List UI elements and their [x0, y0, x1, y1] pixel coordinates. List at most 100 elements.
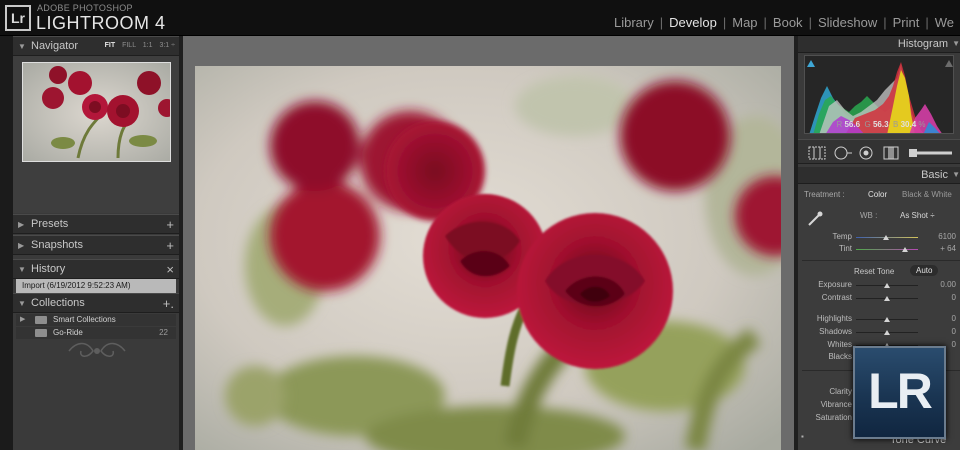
crop-overlay-icon[interactable] [808, 146, 826, 165]
contrast-value[interactable]: 0 [930, 293, 956, 302]
module-separator: | [808, 15, 812, 30]
navigator-title: Navigator [31, 40, 79, 52]
shadows-slider-knob[interactable] [884, 330, 890, 335]
snapshots-header[interactable]: ▶ Snapshots + [13, 235, 179, 255]
basic-title: Basic [921, 169, 948, 181]
navigator-zoom-modes: FIT FILL 1:1 3:1 ÷ [100, 42, 175, 49]
add-snapshot-icon[interactable]: + [166, 238, 174, 253]
module-web[interactable]: We [935, 15, 954, 30]
histogram-title: Histogram [897, 38, 948, 50]
treatment-bw-option[interactable]: Black & White [902, 190, 952, 199]
r-label: R [836, 120, 843, 129]
vibrance-label: Vibrance [820, 400, 852, 409]
spot-glyph [834, 146, 852, 160]
contrast-label: Contrast [821, 293, 852, 302]
basic-header[interactable]: Basic ▼ [798, 167, 960, 184]
navigator-thumbnail[interactable] [22, 62, 171, 162]
wb-select[interactable]: As Shot ÷ [900, 211, 935, 220]
tint-slider-track[interactable] [856, 249, 918, 250]
main-photo[interactable] [195, 66, 781, 450]
clarity-label: Clarity [829, 387, 852, 396]
rgb-readout: R 56.6 G 56.3 B 30.4 % [798, 120, 960, 129]
graduated-filter-icon[interactable] [882, 146, 900, 165]
navigator-header[interactable]: ▼ Navigator FIT FILL 1:1 3:1 ÷ [13, 36, 179, 56]
red-eye-icon[interactable] [858, 146, 874, 165]
history-title: History [31, 263, 66, 275]
zoom-fill[interactable]: FILL [122, 42, 136, 49]
left-panel-edge[interactable] [0, 36, 13, 450]
blacks-label: Blacks [828, 352, 852, 361]
loupe-view [183, 36, 794, 450]
tint-value[interactable]: + 64 [930, 244, 956, 253]
zoom-fit[interactable]: FIT [105, 42, 116, 49]
snapshots-title: Snapshots [31, 239, 83, 251]
highlights-label: Highlights [816, 314, 852, 323]
adjustment-brush-icon[interactable] [908, 146, 952, 165]
r-value: 56.6 [844, 120, 861, 129]
shadows-value[interactable]: 0 [930, 327, 956, 336]
histogram-header[interactable]: Histogram ▼ [798, 36, 960, 53]
module-library[interactable]: Library [614, 15, 654, 30]
temp-value[interactable]: 6100 [930, 232, 956, 241]
crop-grid-glyph [808, 146, 826, 160]
g-label: G [864, 120, 871, 129]
history-step[interactable]: Import (6/19/2012 9:52:23 AM) [16, 279, 176, 293]
rose-thumbnail-image [23, 63, 170, 161]
white-balance-eyedropper-icon[interactable] [806, 210, 824, 233]
saturation-label: Saturation [815, 413, 852, 422]
module-slideshow[interactable]: Slideshow [818, 15, 877, 30]
highlights-value[interactable]: 0 [930, 314, 956, 323]
auto-tone-button[interactable]: Auto [910, 265, 939, 276]
treatment-label: Treatment : [804, 190, 845, 199]
panel-scroll-icon[interactable]: ▪ [801, 432, 804, 441]
collapse-triangle-icon: ▼ [18, 42, 26, 51]
gradient-glyph [883, 146, 899, 160]
collapse-triangle-icon: ▼ [18, 265, 26, 274]
lr-badge-text: LR [868, 363, 933, 419]
tool-strip [798, 139, 960, 164]
expand-arrow-icon[interactable]: ▶ [20, 315, 25, 323]
add-preset-icon[interactable]: + [166, 217, 174, 232]
collection-row[interactable]: ▶ Smart Collections [16, 314, 176, 326]
temp-slider-knob[interactable] [883, 235, 889, 240]
treatment-color-option[interactable]: Color [868, 190, 887, 199]
history-header[interactable]: ▼ History × [13, 259, 179, 279]
module-picker: Library | Develop | Map | Book | Slideshow | Print… [614, 15, 954, 31]
presets-header[interactable]: ▶ Presets + [13, 214, 179, 234]
module-develop[interactable]: Develop [669, 15, 717, 30]
ornament-flourish-icon [68, 342, 126, 357]
module-map[interactable]: Map [732, 15, 757, 30]
b-value: 30.4 [900, 120, 917, 129]
module-separator: | [925, 15, 929, 30]
temp-label: Temp [832, 232, 852, 241]
collapse-triangle-icon: ▼ [952, 170, 960, 179]
collection-folder-icon [35, 329, 47, 337]
collections-header[interactable]: ▼ Collections +. [13, 293, 179, 313]
tint-slider-knob[interactable] [902, 247, 908, 252]
spot-removal-icon[interactable] [832, 146, 852, 165]
contrast-slider-knob[interactable] [884, 296, 890, 301]
collapse-triangle-icon: ▼ [18, 299, 26, 308]
brush-glyph [909, 149, 952, 157]
lightroom-logo: Lr [5, 5, 31, 31]
expand-triangle-icon: ▶ [18, 241, 25, 250]
clear-history-icon[interactable]: × [166, 262, 174, 277]
collection-row[interactable]: Go-Ride 22 [16, 327, 176, 339]
module-book[interactable]: Book [773, 15, 803, 30]
eyedropper-glyph [808, 211, 823, 226]
module-print[interactable]: Print [893, 15, 920, 30]
exposure-value[interactable]: 0.00 [930, 280, 956, 289]
g-value: 56.3 [872, 120, 889, 129]
module-separator: | [722, 15, 727, 30]
presets-title: Presets [31, 218, 69, 230]
highlights-slider-knob[interactable] [884, 317, 890, 322]
brand-subtitle: ADOBE PHOTOSHOP [37, 3, 133, 13]
percent-unit: % [918, 120, 926, 129]
exposure-slider-knob[interactable] [884, 283, 890, 288]
b-label: B [893, 120, 899, 129]
zoom-custom[interactable]: 3:1 ÷ [159, 42, 175, 49]
reset-tone-label: Reset Tone [854, 267, 895, 276]
whites-label: Whites [827, 340, 852, 349]
zoom-1-1[interactable]: 1:1 [143, 42, 153, 49]
add-collection-icon[interactable]: +. [163, 296, 174, 311]
